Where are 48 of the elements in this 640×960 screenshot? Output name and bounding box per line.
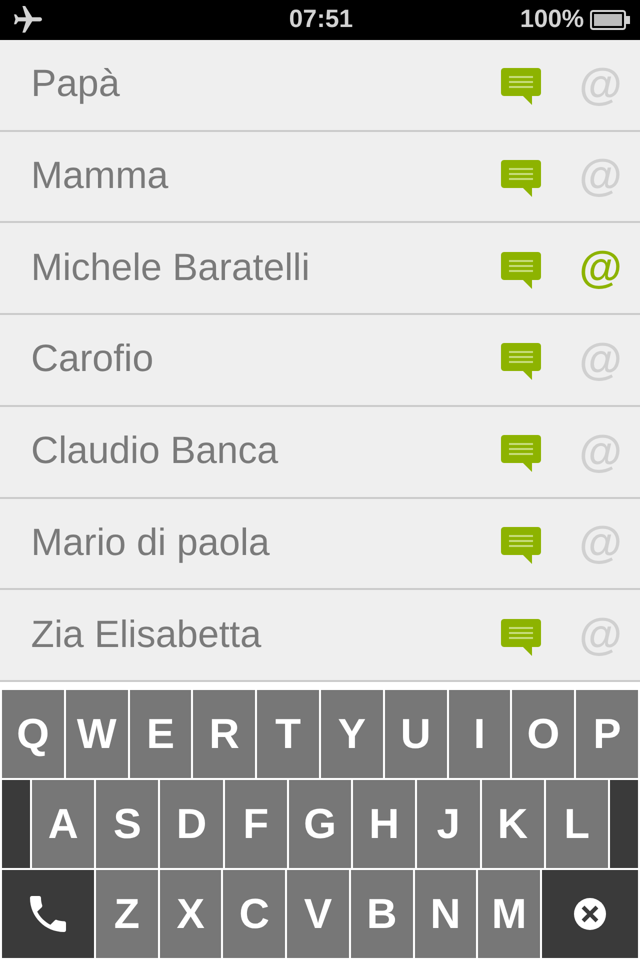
letter-key[interactable]: I [448,690,510,778]
letter-key[interactable]: N [414,870,476,958]
letter-key[interactable]: D [160,780,223,868]
chat-bubble-icon[interactable] [501,618,542,656]
delete-key[interactable] [542,870,638,958]
letter-key[interactable]: R [193,690,256,778]
letter-key[interactable]: T [257,690,319,778]
contact-name[interactable]: Carofio [31,338,502,382]
contact-name[interactable]: Mario di paola [31,522,502,565]
clear-icon [574,898,606,930]
chat-bubble-icon[interactable] [501,343,542,380]
letter-key[interactable]: U [384,690,447,778]
contact-name[interactable]: Mamma [31,154,502,198]
letter-key[interactable]: E [130,690,192,778]
battery-icon [590,10,630,30]
letter-key[interactable]: L [546,780,608,868]
letter-key[interactable]: H [353,780,416,868]
phone-icon [30,896,66,932]
letter-key[interactable]: W [66,690,128,778]
chat-bubble-icon[interactable] [501,526,542,564]
call-key[interactable] [2,870,94,958]
chat-bubble-icon[interactable] [501,435,542,472]
letter-key[interactable]: O [512,690,574,778]
contact-name[interactable]: Claudio Banca [31,430,502,474]
letter-key[interactable]: K [482,780,544,868]
letter-key[interactable]: Y [320,690,383,778]
letter-key[interactable]: B [350,870,413,958]
letter-key[interactable]: S [96,780,158,868]
letter-key[interactable]: Q [2,690,64,778]
letter-key[interactable]: A [32,780,94,868]
contact-name[interactable]: Papà [31,63,502,106]
airplane-icon [12,6,44,34]
contact-name[interactable]: Zia Elisabetta [31,614,502,657]
letter-key[interactable]: X [160,870,222,958]
letter-key[interactable]: V [287,870,349,958]
letter-key[interactable]: P [576,690,638,778]
chat-bubble-icon[interactable] [501,252,542,289]
battery-percentage: 100% [520,5,584,34]
letter-key[interactable]: G [288,780,352,868]
letter-key[interactable]: M [478,870,540,958]
status-time: 07:51 [289,5,353,34]
contact-name[interactable]: Michele Baratelli [31,246,502,290]
chat-bubble-icon[interactable] [501,160,542,197]
letter-key[interactable]: C [223,870,286,958]
letter-key[interactable]: F [224,780,287,868]
chat-bubble-icon[interactable] [501,68,542,106]
letter-key[interactable]: Z [96,870,158,958]
letter-key[interactable]: J [417,780,480,868]
